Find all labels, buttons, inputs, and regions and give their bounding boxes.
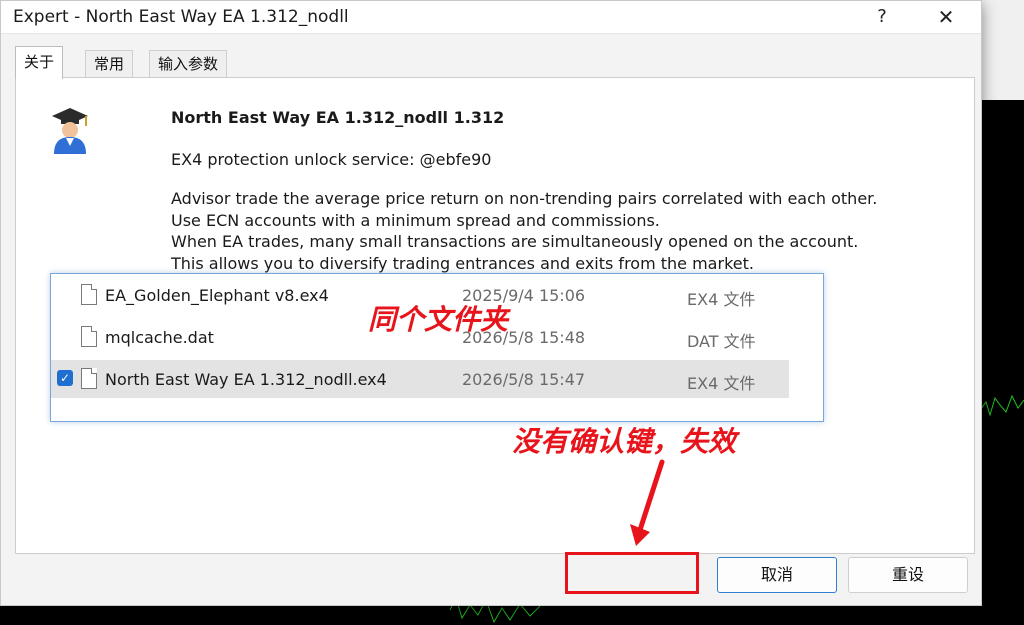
close-button[interactable]: ✕ [929,5,963,29]
description-line: This allows you to diversify trading ent… [171,253,754,273]
window-title: Expert - North East Way EA 1.312_nodll [13,7,349,27]
tab-about[interactable]: 关于 [15,46,64,79]
description-line: When EA trades, many small transactions … [171,232,859,251]
file-date: 2026/5/8 15:47 [462,370,586,389]
file-row-selected[interactable]: ✓ North East Way EA 1.312_nodll.ex4 2026… [51,360,789,398]
ea-description: Advisor trade the average price return o… [171,188,951,274]
missing-ok-button-highlight [565,552,699,594]
tab-inputs[interactable]: 输入参数 [149,50,228,77]
reset-button[interactable]: 重设 [848,557,968,593]
file-icon [81,326,97,347]
description-line: Advisor trade the average price return o… [171,189,878,208]
file-icon [81,368,97,389]
annotation-missing-ok: 没有确认键，失效 [512,425,737,458]
title-bar: Expert - North East Way EA 1.312_nodll ?… [1,1,981,34]
red-arrow-icon [630,459,665,546]
file-type: DAT 文件 [687,332,756,351]
file-name: North East Way EA 1.312_nodll.ex4 [105,370,387,389]
unlock-service-text: EX4 protection unlock service: @ebfe90 [171,150,492,169]
graduate-cap-user-icon [52,108,88,154]
file-list-panel: EA_Golden_Elephant v8.ex4 2025/9/4 15:06… [50,273,824,422]
checkbox-checked-icon[interactable]: ✓ [57,370,73,386]
annotation-same-folder: 同个文件夹 [368,303,509,336]
ea-name: North East Way EA 1.312_nodll 1.312 [171,108,505,127]
description-line: Use ECN accounts with a minimum spread a… [171,210,660,230]
help-button[interactable]: ? [865,5,899,29]
file-type: EX4 文件 [687,290,756,309]
file-type: EX4 文件 [687,374,756,393]
tab-common[interactable]: 常用 [85,50,134,77]
cancel-button[interactable]: 取消 [717,557,837,593]
file-name: EA_Golden_Elephant v8.ex4 [105,286,329,305]
file-icon [81,284,97,305]
ea-info: North East Way EA 1.312_nodll 1.312 EX4 … [171,106,951,274]
file-name: mqlcache.dat [105,328,214,347]
